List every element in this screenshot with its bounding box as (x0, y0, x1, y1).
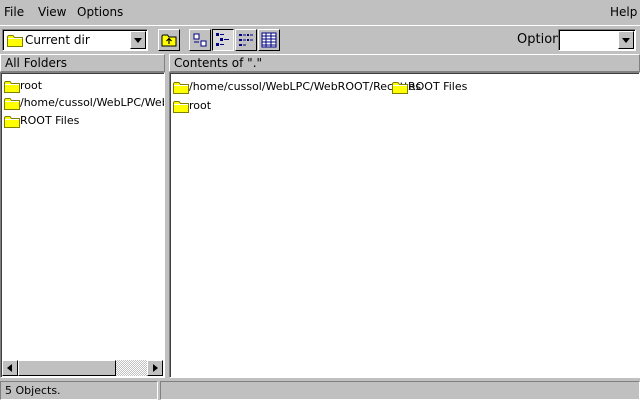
menu-options[interactable]: Options (77, 5, 123, 20)
scroll-right-button[interactable] (147, 360, 163, 376)
status-bar: 5 Objects. (0, 381, 640, 400)
large-icons-view-icon (193, 33, 207, 47)
list-item[interactable]: ROOT Files (392, 79, 482, 95)
option-label: Option (517, 32, 561, 47)
list-item-label: /home/cussol/WebLPC/WebROOT/Recettes (189, 80, 421, 93)
folder-up-button[interactable] (158, 29, 180, 51)
location-value: Current dir (25, 33, 90, 47)
tree-item[interactable]: /home/cussol/WebLPC/WebROOT/Recettes (4, 95, 164, 111)
menu-view[interactable]: View (38, 5, 66, 20)
toolbar: Current dir Option (0, 25, 640, 53)
folder-up-icon (161, 34, 177, 47)
folder-icon (173, 100, 189, 113)
small-icons-view-icon (216, 33, 229, 46)
tree-item-label: root (20, 79, 43, 92)
small-icons-view-button[interactable] (212, 29, 234, 51)
details-view-icon (261, 32, 277, 48)
scroll-track[interactable] (116, 360, 147, 376)
list-view-button[interactable] (235, 29, 257, 51)
scroll-thumb[interactable] (18, 360, 116, 376)
list-item-label: root (189, 99, 212, 112)
list-item-label: ROOT Files (408, 80, 468, 93)
folder-icon (173, 81, 189, 94)
menu-help[interactable]: Help (610, 5, 637, 20)
tree-item[interactable]: root (4, 78, 164, 94)
all-folders-header: All Folders (0, 54, 165, 72)
scroll-left-button[interactable] (2, 360, 18, 376)
folder-icon (4, 80, 20, 93)
tree-item-label: /home/cussol/WebLPC/WebROOT/Recettes (20, 96, 164, 109)
list-item[interactable]: root (173, 98, 233, 114)
tree-item-label: ROOT Files (20, 114, 80, 127)
option-dropdown-arrow[interactable] (618, 31, 634, 49)
location-combo[interactable]: Current dir (2, 29, 148, 51)
list-item[interactable]: /home/cussol/WebLPC/WebROOT/Recettes (173, 79, 421, 95)
large-icons-view-button[interactable] (189, 29, 211, 51)
horizontal-scrollbar[interactable] (2, 360, 163, 376)
folder-icon (4, 97, 20, 110)
folder-icon (392, 81, 408, 94)
folder-tree-pane[interactable]: root /home/cussol/WebLPC/WebROOT/Recette… (0, 72, 165, 378)
status-secondary (160, 381, 640, 400)
tree-item[interactable]: ROOT Files (4, 113, 164, 129)
details-view-button[interactable] (258, 29, 280, 51)
contents-header: Contents of "." (169, 54, 640, 72)
status-object-count: 5 Objects. (0, 381, 158, 400)
option-combo[interactable] (558, 29, 636, 51)
folder-icon (7, 34, 23, 47)
list-view-icon (239, 34, 253, 46)
menu-bar: File View Options Help (0, 0, 640, 24)
menu-file[interactable]: File (4, 5, 24, 20)
folder-icon (4, 115, 20, 128)
location-dropdown-arrow[interactable] (130, 31, 146, 49)
contents-pane[interactable]: /home/cussol/WebLPC/WebROOT/Recettes ROO… (169, 72, 640, 378)
